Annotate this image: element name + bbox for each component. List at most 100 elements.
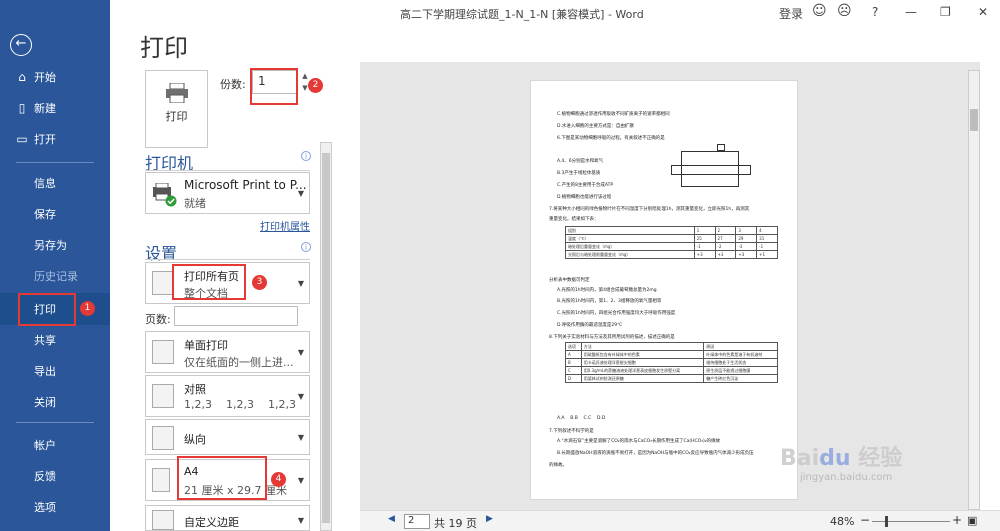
paper-icon <box>152 468 170 492</box>
window-title: 高二下学期理综试题_1-N_1-N [兼容模式] - Word <box>400 8 644 21</box>
table-row: B 用卡诺氏液处理洋葱根尖细胞 维持细胞处于生活状态 <box>565 358 778 367</box>
restore-icon[interactable]: ❐ <box>940 5 951 19</box>
print-button[interactable]: 打印 <box>145 70 208 148</box>
sidebar-item-share[interactable]: 共享 <box>0 325 110 355</box>
preview-line: 7.将某种大小相同的绿色植物叶片在不同温度下分别暗处理1h，测其重量变化，立即光… <box>549 207 750 212</box>
settings-scrollbar[interactable] <box>320 142 332 531</box>
table-cell: 3 <box>735 226 758 235</box>
info-icon[interactable]: i <box>301 151 311 161</box>
preview-line: 8.下列关于实验材料与方法及其所用试剂的描述，描述正确的是 <box>549 335 675 340</box>
preview-line: A.4、6分别是水和氧气 <box>557 159 604 164</box>
page-title: 打印 <box>140 34 188 62</box>
collate-icon <box>152 384 174 408</box>
pages-label: 页数: <box>145 313 171 326</box>
sides-dropdown[interactable]: 单面打印 仅在纸面的一侧上进... ▼ <box>145 331 310 373</box>
preview-line: 7.下列叙述不科学的是 <box>549 429 594 434</box>
table-row: 组别 1 2 3 4 <box>565 226 778 235</box>
table-cell: 31 <box>756 234 778 243</box>
help-button[interactable]: ? <box>872 5 878 19</box>
print-button-label: 打印 <box>165 110 188 123</box>
next-page-icon[interactable]: ▶ <box>486 514 493 524</box>
sidebar-item-close[interactable]: 关闭 <box>0 387 110 417</box>
zoom-level: 48% <box>830 515 855 528</box>
preview-status-bar: ◀ 2 共 19 页 ▶ 48% − + ▣ <box>360 510 1000 531</box>
info-icon[interactable]: i <box>301 242 311 252</box>
pages-input[interactable] <box>174 306 298 326</box>
table-cell: 用硫酸纸包含有叶绿体中的色素 <box>580 350 705 359</box>
sides-label: 单面打印 <box>184 339 228 352</box>
page-number-input[interactable]: 2 <box>404 514 430 529</box>
sidebar-item-info[interactable]: 信息 <box>0 168 110 198</box>
preview-line: 6.下图是某动物细胞呼吸的过程。有关叙述不正确的是 <box>557 136 665 141</box>
preview-line: A.光照的1h时间内，第4组合成葡萄糖总量为2mg <box>557 288 657 293</box>
printer-ready-icon <box>153 183 177 207</box>
table-cell: 4 <box>756 226 778 235</box>
preview-line: D.植物细胞也能进行该过程 <box>557 195 612 200</box>
section-divider <box>145 259 310 260</box>
table-cell: 29 <box>735 234 758 243</box>
margins-dropdown[interactable]: 自定义边距 ▼ <box>145 505 310 531</box>
printer-properties-link[interactable]: 打印机属性 <box>260 218 310 233</box>
table-cell: -2 <box>714 242 737 251</box>
sidebar-item-new[interactable]: ▯ 新建 <box>0 93 110 123</box>
pages-icon <box>152 271 174 295</box>
back-arrow-icon[interactable]: ← <box>10 34 32 56</box>
table-cell: 选项 <box>565 342 582 351</box>
collate-dropdown[interactable]: 对照 1,2,3 1,2,3 1,2,3 ▼ <box>145 375 310 417</box>
table-row: D 用斐林试剂检测还原糖 糖产生砖红色沉淀 <box>565 374 778 383</box>
table-cell: +1 <box>756 250 778 259</box>
collate-detail: 1,2,3 1,2,3 1,2,3 <box>184 398 296 411</box>
sign-in-link[interactable]: 登录 <box>779 5 803 22</box>
preview-scrollbar[interactable] <box>968 70 980 510</box>
home-icon: ⌂ <box>18 70 26 84</box>
close-icon[interactable]: ✕ <box>978 5 988 19</box>
portrait-icon <box>152 426 174 450</box>
table-cell: 糖产生砖红色沉淀 <box>703 374 778 383</box>
sidebar-item-save-as[interactable]: 另存为 <box>0 230 110 260</box>
copies-label: 份数: <box>220 78 246 91</box>
printer-name: Microsoft Print to P... <box>184 178 307 192</box>
preview-line: B.长期盛放NaOH溶液的滴瓶不易打开，是因为NaOH与瓶中的CO₂反应导致瓶内… <box>557 451 754 456</box>
zoom-in-icon[interactable]: + <box>952 513 962 527</box>
scrollbar-thumb[interactable] <box>322 153 330 523</box>
zoom-out-icon[interactable]: − <box>860 513 870 527</box>
sidebar-item-options[interactable]: 选项 <box>0 492 110 522</box>
zoom-slider[interactable] <box>872 521 950 522</box>
sidebar-item-open[interactable]: ▭ 打开 <box>0 124 110 154</box>
table-cell: -3 <box>735 242 758 251</box>
printer-status: 就绪 <box>184 197 206 210</box>
table-cell: C <box>565 366 582 375</box>
frown-feedback-icon[interactable]: ☹ <box>837 3 852 19</box>
annotation-badge-4: 4 <box>271 472 286 487</box>
table-cell: 1 <box>693 226 716 235</box>
table-cell: 暗处理后重量变化（mg） <box>565 242 695 251</box>
page-count: 共 19 页 <box>434 517 477 530</box>
sidebar-item-feedback[interactable]: 反馈 <box>0 461 110 491</box>
sidebar-item-home[interactable]: ⌂ 开始 <box>0 62 110 92</box>
sidebar-item-export[interactable]: 导出 <box>0 356 110 386</box>
scrollbar-thumb[interactable] <box>970 109 978 131</box>
annotation-box-copies <box>250 68 298 105</box>
printer-dropdown[interactable]: Microsoft Print to P... 就绪 ▼ <box>145 172 310 214</box>
new-doc-icon: ▯ <box>18 101 26 115</box>
table-cell: +3 <box>693 250 716 259</box>
sidebar-item-account[interactable]: 帐户 <box>0 430 110 460</box>
orientation-dropdown[interactable]: 纵向 ▼ <box>145 419 310 455</box>
printer-icon <box>166 83 188 103</box>
chevron-down-icon: ▼ <box>297 433 304 442</box>
smile-feedback-icon[interactable]: ☺ <box>812 3 827 19</box>
zoom-slider-thumb[interactable] <box>885 516 888 527</box>
sidebar-item-save[interactable]: 保存 <box>0 199 110 229</box>
preview-line: B.光照的1h时间内，第1、2、3组释放的氧气量相等 <box>557 299 662 304</box>
fit-to-page-icon[interactable]: ▣ <box>967 514 977 527</box>
sidebar-item-history[interactable]: 历史记录 <box>0 261 110 291</box>
table-row: 光照后与暗处理前重量变化（mg） +3 +3 +3 +1 <box>565 250 778 259</box>
margins-label: 自定义边距 <box>184 516 239 529</box>
previous-page-icon[interactable]: ◀ <box>388 514 395 524</box>
margins-icon <box>152 510 174 530</box>
annotation-badge-2: 2 <box>308 78 323 93</box>
collate-label: 对照 <box>184 383 206 396</box>
table-row: 温度（℃） 25 27 29 31 <box>565 234 778 243</box>
table-cell: B <box>565 358 582 367</box>
minimize-icon[interactable]: — <box>905 5 917 19</box>
